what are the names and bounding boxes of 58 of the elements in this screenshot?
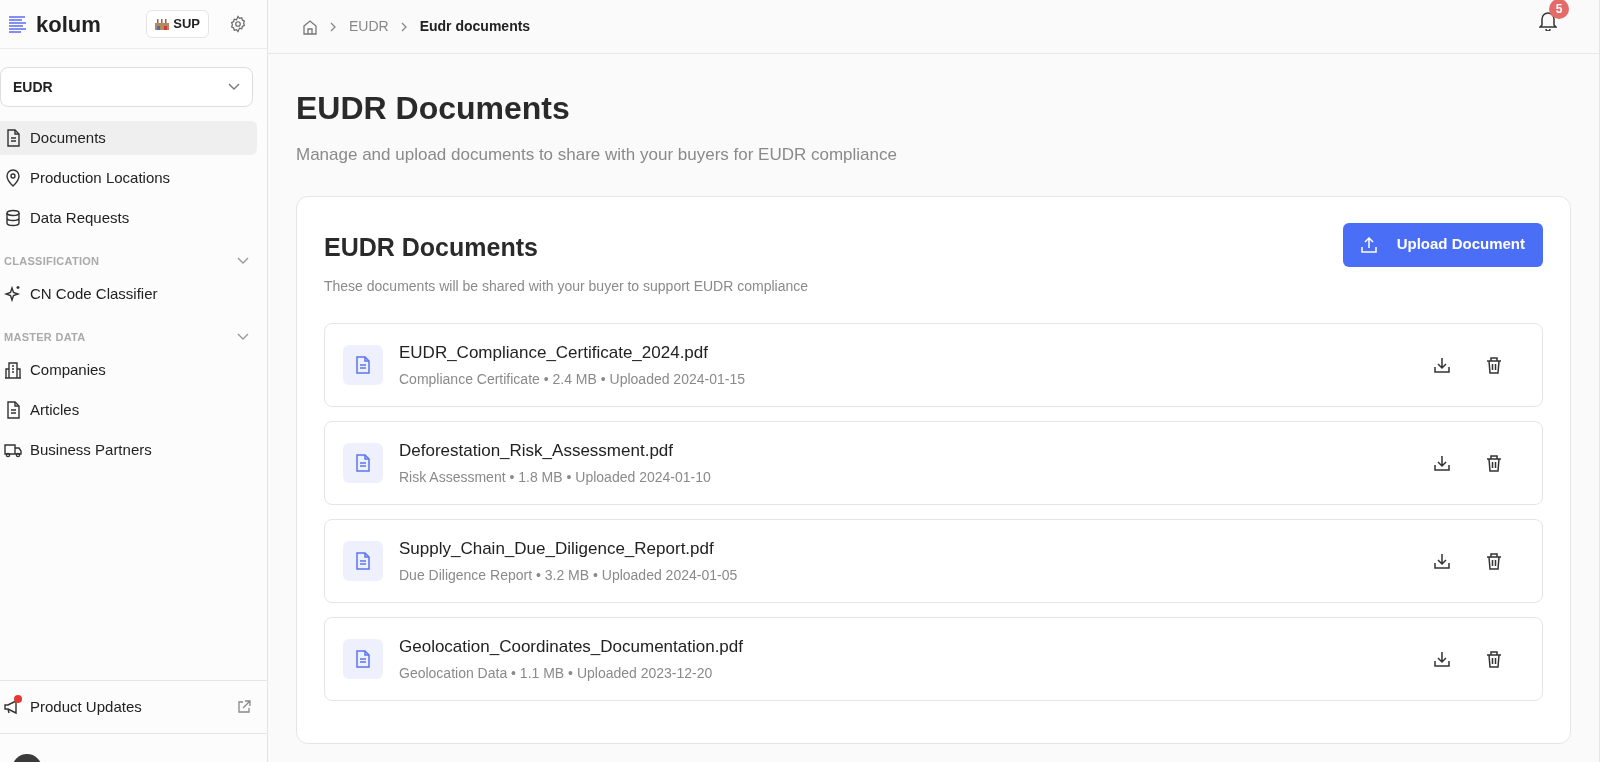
card-description: These documents will be shared with your buyer to support EUDR compliance xyxy=(324,277,808,296)
file-name: Deforestation_Risk_Assessment.pdf xyxy=(399,439,675,462)
file-name: Supply_Chain_Due_Diligence_Report.pdf xyxy=(399,537,715,560)
file-icon xyxy=(343,443,383,483)
bell-icon xyxy=(1539,10,1557,31)
map-pin-icon xyxy=(4,169,22,187)
page-subtitle: Manage and upload documents to share with your buyers for EUDR compliance xyxy=(296,144,898,166)
trash-icon xyxy=(1486,552,1502,570)
chevron-right-icon xyxy=(330,21,337,32)
chevron-right-icon xyxy=(400,21,408,32)
truck-icon xyxy=(4,441,22,459)
product-updates-link[interactable]: Product Updates xyxy=(0,681,267,733)
factory-icon xyxy=(155,18,170,30)
file-name: Geolocation_Coordinates_Documentation.pdf xyxy=(399,635,744,658)
module-select[interactable]: EUDR xyxy=(0,67,253,107)
settings-icon[interactable] xyxy=(229,15,247,33)
download-icon xyxy=(1434,651,1450,667)
external-link-icon xyxy=(237,700,251,714)
trash-icon xyxy=(1486,454,1502,472)
file-meta: Due Diligence Report • 3.2 MB • Uploaded 2024-01-05 xyxy=(399,566,739,586)
download-icon xyxy=(1434,455,1450,471)
document-icon xyxy=(4,129,22,147)
file-meta: Geolocation Data • 1.1 MB • Uploaded 2023-12-20 xyxy=(399,664,714,684)
sidebar-item[interactable]: Articles xyxy=(0,393,257,427)
sidebar-item[interactable]: Companies xyxy=(0,353,257,387)
file-name: EUDR_Compliance_Certificate_2024.pdf xyxy=(399,341,709,364)
file-meta: Risk Assessment • 1.8 MB • Uploaded 2024-01-10 xyxy=(399,468,712,488)
chevron-icon xyxy=(237,333,249,341)
sidebar-item[interactable]: Production Locations xyxy=(0,161,257,195)
file-icon xyxy=(343,541,383,581)
trash-icon xyxy=(1486,650,1502,668)
upload-document-button[interactable]: Upload Document xyxy=(1342,222,1543,267)
file-meta: Compliance Certificate • 2.4 MB • Uploaded 2024-01-15 xyxy=(399,370,746,390)
sidebar-item[interactable]: CN Code Classifier xyxy=(0,277,257,311)
file-icon xyxy=(343,639,383,679)
database-icon xyxy=(4,209,22,227)
sparkle-icon xyxy=(4,285,22,303)
chevron-down-icon xyxy=(228,83,240,91)
notification-count: 5 xyxy=(1549,0,1569,19)
download-icon xyxy=(1434,357,1450,373)
document-icon xyxy=(4,401,22,419)
page-title: EUDR Documents xyxy=(296,89,571,128)
breadcrumb-current: Eudr documents xyxy=(419,17,531,36)
sidebar-item[interactable]: Documents xyxy=(0,121,257,155)
download-icon xyxy=(1434,553,1450,569)
sidebar-item[interactable]: Data Requests xyxy=(0,201,257,235)
building-icon xyxy=(4,361,22,379)
file-icon xyxy=(343,345,383,385)
logo-icon xyxy=(8,15,28,33)
chevron-icon xyxy=(237,257,249,265)
notifications-button[interactable] xyxy=(1539,10,1557,31)
home-icon[interactable] xyxy=(302,18,318,35)
sidebar-item[interactable]: Business Partners xyxy=(0,433,257,467)
card-title: EUDR Documents xyxy=(324,231,539,263)
trash-icon xyxy=(1486,356,1502,374)
upload-icon xyxy=(1360,236,1377,253)
role-badge[interactable]: SUP xyxy=(146,10,209,38)
logo-text: kolum xyxy=(36,10,101,39)
